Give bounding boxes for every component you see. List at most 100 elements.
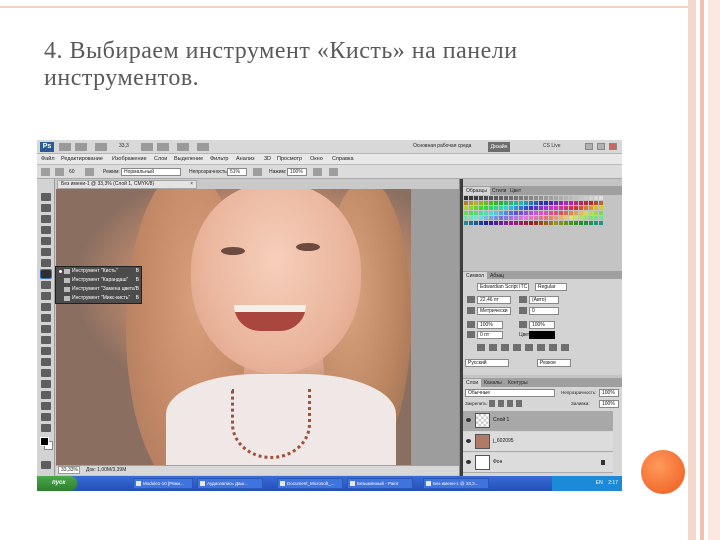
- color-swatch[interactable]: [504, 211, 508, 215]
- tab-paths[interactable]: Контуры: [505, 379, 531, 387]
- color-swatch[interactable]: [464, 216, 468, 220]
- color-swatch[interactable]: [464, 221, 468, 225]
- color-swatch[interactable]: [564, 216, 568, 220]
- color-swatch[interactable]: [474, 206, 478, 210]
- language-select[interactable]: Русский: [465, 359, 509, 367]
- tracking-field[interactable]: 0: [529, 307, 559, 315]
- color-swatch[interactable]: [524, 206, 528, 210]
- color-swatch[interactable]: [549, 196, 553, 200]
- doc-size-info[interactable]: Док: 1,00M/3,39M: [86, 466, 126, 475]
- color-swatch[interactable]: [579, 211, 583, 215]
- faux-italic-icon[interactable]: [489, 344, 497, 351]
- healing-tool-icon[interactable]: [41, 259, 51, 267]
- baseline-shift-field[interactable]: 0 пт: [477, 331, 503, 339]
- faux-bold-icon[interactable]: [477, 344, 485, 351]
- color-swatch[interactable]: [534, 201, 538, 205]
- color-swatch[interactable]: [594, 201, 598, 205]
- color-swatch[interactable]: [514, 201, 518, 205]
- leading-field[interactable]: (Авто): [529, 296, 559, 304]
- color-swatch[interactable]: [484, 201, 488, 205]
- color-swatch[interactable]: [489, 211, 493, 215]
- superscript-icon[interactable]: [525, 344, 533, 351]
- color-swatch[interactable]: [569, 201, 573, 205]
- color-swatch[interactable]: [499, 216, 503, 220]
- color-swatch[interactable]: [599, 211, 603, 215]
- color-swatch[interactable]: [514, 196, 518, 200]
- path-select-tool-icon[interactable]: [41, 369, 51, 377]
- color-swatch[interactable]: [549, 216, 553, 220]
- visibility-eye-icon[interactable]: [466, 460, 471, 464]
- color-swatch[interactable]: [479, 196, 483, 200]
- color-swatch[interactable]: [549, 201, 553, 205]
- color-swatch[interactable]: [554, 201, 558, 205]
- small-caps-icon[interactable]: [513, 344, 521, 351]
- shape-tool-icon[interactable]: [41, 380, 51, 388]
- color-swatch[interactable]: [534, 206, 538, 210]
- menu-filter[interactable]: Фильтр: [210, 156, 228, 162]
- color-swatch[interactable]: [589, 211, 593, 215]
- tab-color[interactable]: Цвет: [507, 187, 524, 195]
- 3d-rotate-tool-icon[interactable]: [41, 391, 51, 399]
- tab-channels[interactable]: Каналы: [481, 379, 505, 387]
- layer-row[interactable]: Фон: [463, 453, 613, 473]
- color-swatch[interactable]: [514, 211, 518, 215]
- color-swatch[interactable]: [594, 196, 598, 200]
- menu-window[interactable]: Окно: [310, 156, 323, 162]
- history-brush-tool-icon[interactable]: [41, 292, 51, 300]
- color-swatch[interactable]: [564, 221, 568, 225]
- menu-layers[interactable]: Слои: [154, 156, 167, 162]
- color-swatch[interactable]: [564, 211, 568, 215]
- brush-preset-icon[interactable]: [41, 168, 50, 176]
- hand-tool-icon[interactable]: [141, 143, 153, 151]
- color-swatch[interactable]: [544, 206, 548, 210]
- color-swatch[interactable]: [559, 196, 563, 200]
- color-swatch[interactable]: [564, 206, 568, 210]
- lock-transparency-icon[interactable]: [489, 400, 495, 407]
- color-swatch[interactable]: [574, 206, 578, 210]
- color-swatch[interactable]: [514, 216, 518, 220]
- color-swatch[interactable]: [574, 221, 578, 225]
- color-swatch[interactable]: [504, 206, 508, 210]
- color-swatch[interactable]: [579, 221, 583, 225]
- color-swatch[interactable]: [469, 196, 473, 200]
- move-tool-icon[interactable]: [41, 193, 51, 201]
- hand-tool-icon[interactable]: [41, 413, 51, 421]
- pen-tool-icon[interactable]: [41, 347, 51, 355]
- color-swatch[interactable]: [539, 201, 543, 205]
- zoom-field[interactable]: 33,33%: [58, 466, 80, 474]
- layer-row[interactable]: Слой 1: [463, 411, 613, 431]
- document-tab[interactable]: Без имени-1 @ 33,3% (Слой 1, CMYK/8) ×: [57, 180, 197, 189]
- taskbar-item[interactable]: Аудиозапись Даш...: [197, 478, 263, 489]
- color-swatch[interactable]: [499, 221, 503, 225]
- swatch-grid[interactable]: [464, 196, 604, 228]
- color-swatch[interactable]: [509, 216, 513, 220]
- color-swatch[interactable]: [479, 201, 483, 205]
- color-swatch[interactable]: [494, 206, 498, 210]
- color-swatch[interactable]: [504, 201, 508, 205]
- fill-field[interactable]: 100%: [599, 400, 619, 408]
- arrange-documents-icon[interactable]: [177, 143, 189, 151]
- 3d-camera-tool-icon[interactable]: [41, 402, 51, 410]
- color-swatch[interactable]: [484, 206, 488, 210]
- color-swatch[interactable]: [589, 206, 593, 210]
- visibility-eye-icon[interactable]: [466, 439, 471, 443]
- color-swatch[interactable]: [504, 196, 508, 200]
- color-swatch[interactable]: [509, 206, 513, 210]
- color-swatch[interactable]: [474, 196, 478, 200]
- color-swatch[interactable]: [474, 216, 478, 220]
- taskbar-item[interactable]: Без имени-1 @ 33,3...: [423, 478, 489, 489]
- minibridge-icon[interactable]: [75, 143, 87, 151]
- close-document-icon[interactable]: ×: [190, 181, 193, 188]
- color-swatch[interactable]: [499, 206, 503, 210]
- color-swatch[interactable]: [539, 206, 543, 210]
- color-swatch[interactable]: [559, 206, 563, 210]
- menu-file[interactable]: Файл: [41, 156, 55, 162]
- color-swatch[interactable]: [469, 206, 473, 210]
- color-swatch[interactable]: [479, 206, 483, 210]
- color-swatch[interactable]: [554, 216, 558, 220]
- color-swatch[interactable]: [534, 196, 538, 200]
- color-swatch[interactable]: [589, 196, 593, 200]
- color-swatch[interactable]: [544, 211, 548, 215]
- color-swatch[interactable]: [589, 201, 593, 205]
- quick-select-tool-icon[interactable]: [41, 226, 51, 234]
